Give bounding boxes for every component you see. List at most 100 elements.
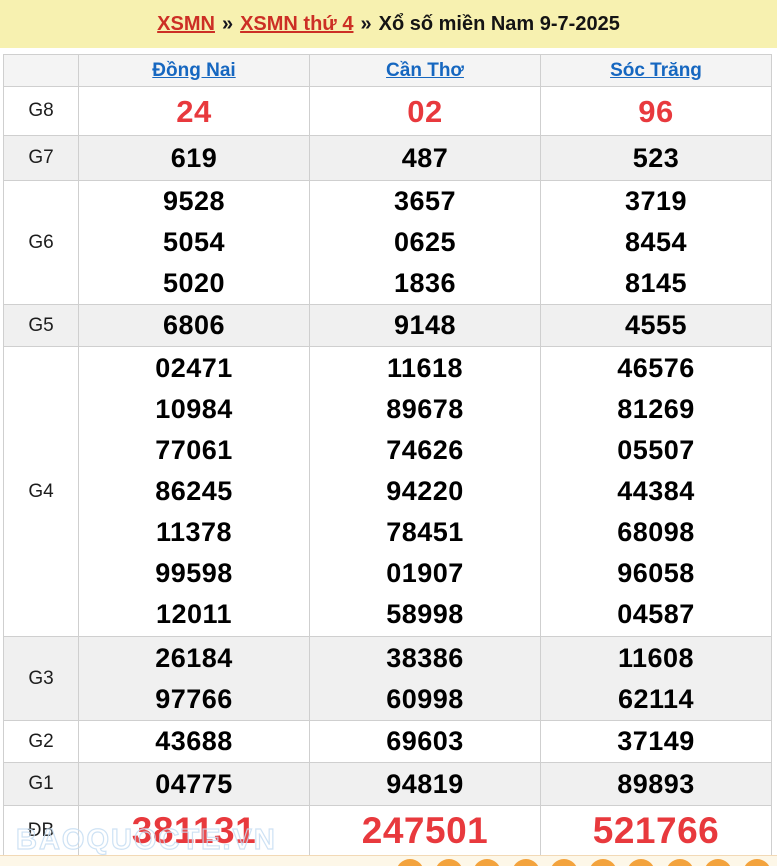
province-link-dong-nai[interactable]: Đồng Nai [152,60,235,81]
result-number: 60998 [310,679,540,720]
result-number: 8454 [541,222,771,263]
result-number: 89678 [310,389,540,430]
result-number: 74626 [310,430,540,471]
result-number: 8145 [541,263,771,304]
result-number: 78451 [310,512,540,553]
lottery-ball-icon [666,859,694,866]
result-cell: 46576 81269 05507 44384 68098 96058 0458… [541,347,772,637]
result-number: 05507 [541,430,771,471]
breadcrumb: XSMN»XSMN thứ 4»Xổ số miền Nam 9-7-2025 [157,13,620,36]
result-number: 43688 [79,721,309,762]
result-number: 6806 [79,305,309,346]
result-number: 44384 [541,471,771,512]
result-cell: 3657 0625 1836 [310,181,541,305]
column-header-soc-trang: Sóc Trăng [541,55,772,87]
result-number: 5054 [79,222,309,263]
prize-row-g1: G1 04775 94819 89893 [4,763,772,806]
result-number: 247501 [310,807,540,855]
prize-label: G5 [4,305,79,347]
result-number: 37149 [541,721,771,762]
result-number: 46576 [541,348,771,389]
result-number: 68098 [541,512,771,553]
result-number: 38386 [310,638,540,679]
result-number: 77061 [79,430,309,471]
result-number: 58998 [310,594,540,635]
result-number: 02471 [79,348,309,389]
result-number: 96058 [541,553,771,594]
result-cell: 3719 8454 8145 [541,181,772,305]
result-number: 523 [541,138,771,179]
lottery-ball-icon [473,859,501,866]
prize-label: G3 [4,637,79,721]
result-number: 12011 [79,594,309,635]
result-number: 11618 [310,348,540,389]
result-cell: 37149 [541,721,772,763]
result-cell: 69603 [310,721,541,763]
result-number: 99598 [79,553,309,594]
lottery-ball-icon [396,859,424,866]
result-number: 0625 [310,222,540,263]
breadcrumb-separator: » [360,13,371,35]
result-number: 94819 [310,764,540,805]
lottery-results-table: Đồng Nai Cần Thơ Sóc Trăng G8 24 02 96 G… [3,54,772,856]
result-number: 1836 [310,263,540,304]
result-cell: 11608 62114 [541,637,772,721]
result-number: 487 [310,138,540,179]
result-cell: 247501 [310,806,541,856]
prize-row-db: ĐB 381131 247501 521766 [4,806,772,856]
breadcrumb-separator: » [222,13,233,35]
lottery-ball-icon [743,859,771,866]
prize-label: G7 [4,136,79,181]
prize-row-g4: G4 02471 10984 77061 86245 11378 99598 1… [4,347,772,637]
result-cell: 4555 [541,305,772,347]
prize-label: G2 [4,721,79,763]
result-number: 3657 [310,181,540,222]
prize-label: ĐB [4,806,79,856]
result-number: 619 [79,138,309,179]
prize-row-g3: G3 26184 97766 38386 60998 11608 62114 [4,637,772,721]
result-number: 81269 [541,389,771,430]
prize-label: G1 [4,763,79,806]
result-cell: 26184 97766 [79,637,310,721]
result-number: 97766 [79,679,309,720]
result-cell: 9148 [310,305,541,347]
column-header-can-tho: Cần Thơ [310,55,541,87]
province-link-can-tho[interactable]: Cần Thơ [386,60,464,81]
corner-cell [4,55,79,87]
result-cell: 523 [541,136,772,181]
result-cell: 11618 89678 74626 94220 78451 01907 5899… [310,347,541,637]
result-cell: 521766 [541,806,772,856]
result-number: 89893 [541,764,771,805]
result-cell: 04775 [79,763,310,806]
lottery-ball-icon [550,859,578,866]
breadcrumb-link-xsmn-thu-4[interactable]: XSMN thứ 4 [240,13,353,35]
result-number: 04587 [541,594,771,635]
result-number: 9528 [79,181,309,222]
result-number: 521766 [541,807,771,855]
prize-row-g8: G8 24 02 96 [4,87,772,136]
result-number: 04775 [79,764,309,805]
lottery-ball-icon [589,859,617,866]
result-number: 69603 [310,721,540,762]
result-number: 96 [541,88,771,135]
prize-row-g6: G6 9528 5054 5020 3657 0625 1836 3719 84… [4,181,772,305]
result-number: 24 [79,88,309,135]
breadcrumb-link-xsmn[interactable]: XSMN [157,13,215,35]
result-number: 10984 [79,389,309,430]
lottery-ball-icon [512,859,540,866]
prize-label: G8 [4,87,79,136]
result-number: 01907 [310,553,540,594]
province-link-soc-trang[interactable]: Sóc Trăng [610,60,702,81]
result-number: 9148 [310,305,540,346]
result-number: 11608 [541,638,771,679]
result-number: 62114 [541,679,771,720]
prize-row-g2: G2 43688 69603 37149 [4,721,772,763]
prize-label: G4 [4,347,79,637]
prize-label: G6 [4,181,79,305]
result-cell: 487 [310,136,541,181]
lottery-ball-icon [627,859,655,866]
result-number: 3719 [541,181,771,222]
result-cell: 6806 [79,305,310,347]
column-header-dong-nai: Đồng Nai [79,55,310,87]
result-cell: 38386 60998 [310,637,541,721]
